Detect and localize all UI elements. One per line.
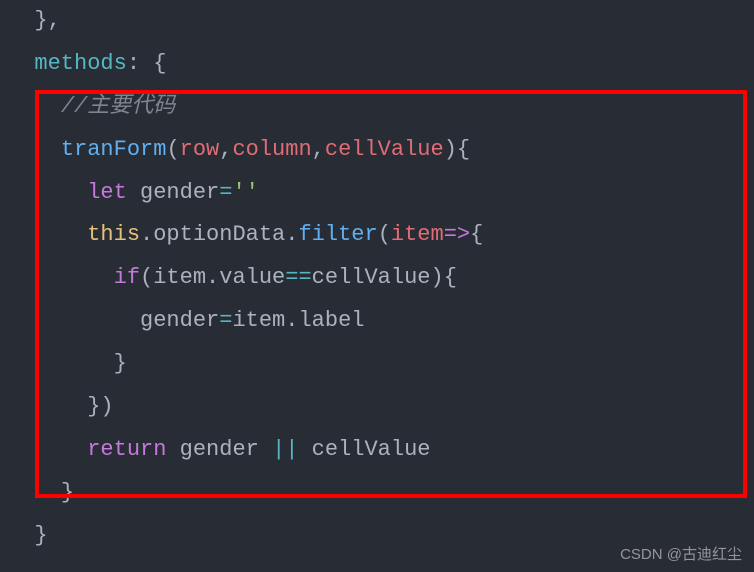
- var: item: [153, 265, 206, 290]
- code-line: let gender='': [0, 172, 754, 215]
- code-line: return gender || cellValue: [0, 429, 754, 472]
- indent: [8, 222, 87, 247]
- prop: label: [298, 308, 364, 333]
- keyword-this: this: [87, 222, 140, 247]
- prop: value: [219, 265, 285, 290]
- indent: [8, 180, 87, 205]
- code-line: },: [0, 0, 754, 43]
- arg: item: [391, 222, 444, 247]
- indent: [8, 437, 87, 462]
- var: cellValue: [298, 437, 430, 462]
- comma: ,: [219, 137, 232, 162]
- comment: //主要代码: [61, 94, 175, 119]
- arg: cellValue: [325, 137, 444, 162]
- brace: {: [140, 51, 166, 76]
- keyword-return: return: [87, 437, 166, 462]
- indent: [8, 265, 114, 290]
- code-line: gender=item.label: [0, 300, 754, 343]
- var: item: [232, 308, 285, 333]
- code-text: },: [8, 8, 61, 33]
- indent: [8, 480, 61, 505]
- operator: ||: [272, 437, 298, 462]
- method-filter: filter: [298, 222, 377, 247]
- brace: }: [61, 480, 74, 505]
- dot: .: [206, 265, 219, 290]
- paren: (: [166, 137, 179, 162]
- code-line: }: [0, 472, 754, 515]
- indent: [8, 94, 61, 119]
- arg: column: [232, 137, 311, 162]
- indent: [8, 51, 34, 76]
- operator: =: [219, 180, 232, 205]
- code-line: this.optionData.filter(item=>{: [0, 214, 754, 257]
- dot: .: [285, 222, 298, 247]
- arg: row: [180, 137, 220, 162]
- string: '': [232, 180, 258, 205]
- keyword-if: if: [114, 265, 140, 290]
- func-name: tranForm: [61, 137, 167, 162]
- var-name: gender: [140, 180, 219, 205]
- code-line: methods: {: [0, 43, 754, 86]
- keyword-methods: methods: [34, 51, 126, 76]
- code-line: if(item.value==cellValue){: [0, 257, 754, 300]
- code-line: tranForm(row,column,cellValue){: [0, 129, 754, 172]
- brace: {: [470, 222, 483, 247]
- dot: .: [140, 222, 153, 247]
- code-line: }): [0, 386, 754, 429]
- space: [166, 437, 179, 462]
- paren: (: [378, 222, 391, 247]
- indent: [8, 308, 140, 333]
- var: cellValue: [312, 265, 431, 290]
- indent: [8, 351, 114, 376]
- dot: .: [285, 308, 298, 333]
- code-block: }, methods: { //主要代码 tranForm(row,column…: [0, 0, 754, 558]
- operator: ==: [285, 265, 311, 290]
- var: gender: [180, 437, 272, 462]
- colon: :: [127, 51, 140, 76]
- code-line: //主要代码: [0, 86, 754, 129]
- indent: [8, 137, 61, 162]
- paren: ){: [444, 137, 470, 162]
- operator: =: [219, 308, 232, 333]
- paren: ){: [431, 265, 457, 290]
- keyword-let: let: [87, 180, 127, 205]
- arrow: =>: [444, 222, 470, 247]
- comma: ,: [312, 137, 325, 162]
- paren: (: [140, 265, 153, 290]
- indent: [8, 523, 34, 548]
- brace: }: [34, 523, 47, 548]
- var: gender: [140, 308, 219, 333]
- code-line: }: [0, 343, 754, 386]
- prop: optionData: [153, 222, 285, 247]
- indent: [8, 394, 87, 419]
- watermark: CSDN @古迪红尘: [620, 543, 742, 564]
- space: [127, 180, 140, 205]
- close: }): [87, 394, 113, 419]
- brace: }: [114, 351, 127, 376]
